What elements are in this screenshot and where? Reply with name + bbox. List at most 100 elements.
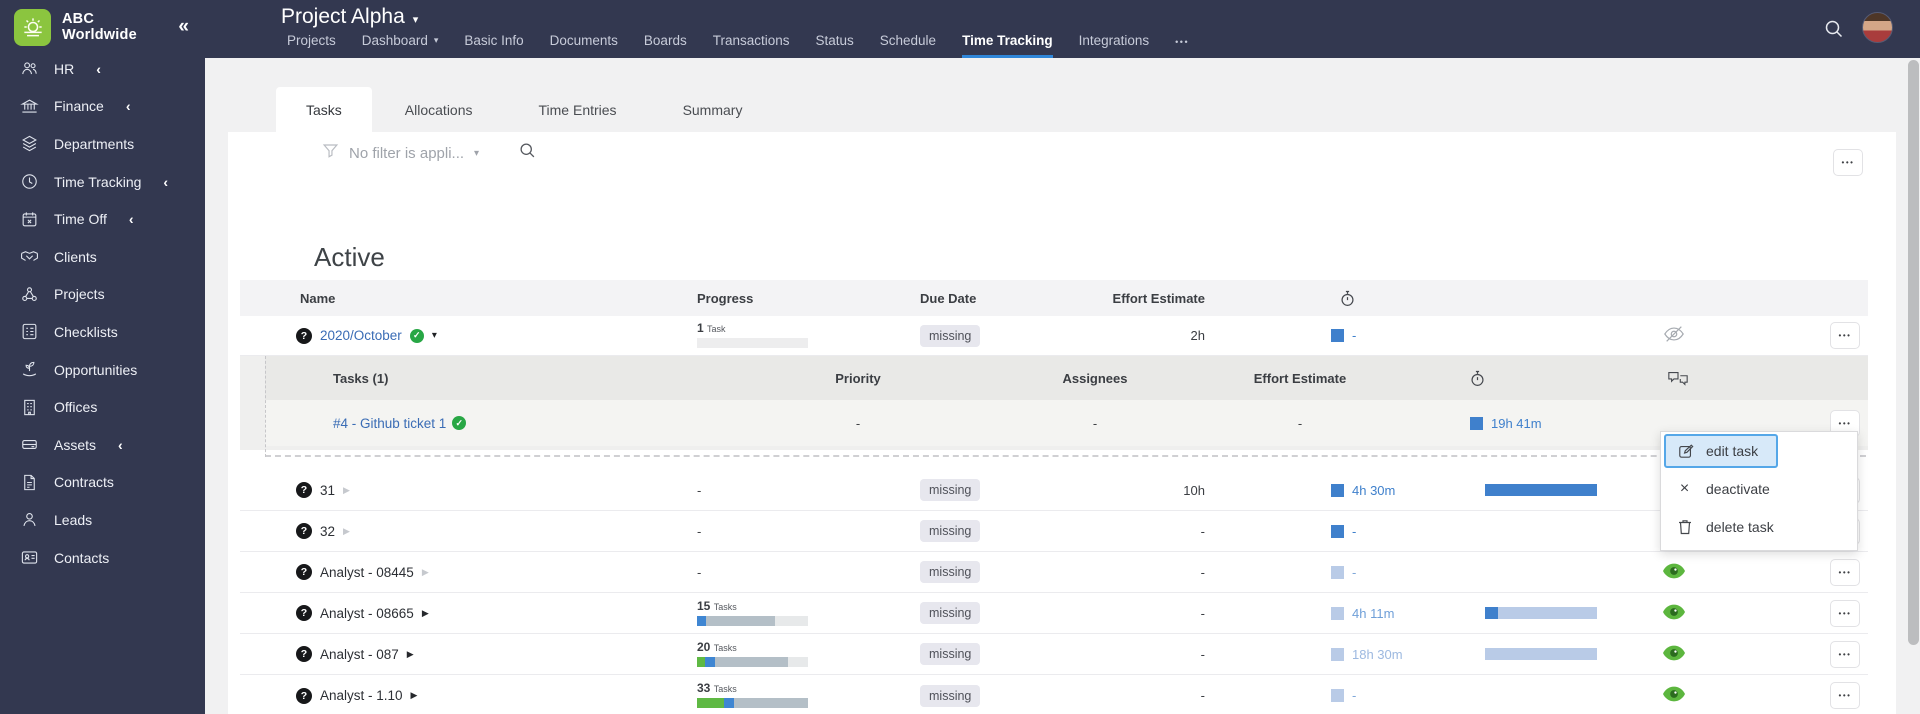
more-tabs-button[interactable]: •••: [1175, 37, 1189, 58]
subtask-link[interactable]: #4 - Github ticket 1: [333, 416, 446, 431]
column-priority[interactable]: Priority: [783, 356, 933, 400]
tab-summary[interactable]: Summary: [650, 87, 776, 132]
column-progress[interactable]: Progress: [697, 280, 753, 316]
caret-down-icon[interactable]: ▾: [474, 148, 479, 159]
expand-row-icon[interactable]: ▶: [343, 485, 350, 496]
sidebar-item-contacts[interactable]: Contacts: [0, 539, 205, 577]
row-menu-button[interactable]: •••: [1830, 599, 1860, 627]
tab-time-tracking[interactable]: Time Tracking: [962, 33, 1053, 58]
eye-icon[interactable]: [1663, 645, 1685, 664]
table-row[interactable]: ? Analyst - 08665 ▶ 15 Tasks missing - 4…: [240, 593, 1868, 634]
chevron-left-icon[interactable]: ‹: [96, 61, 101, 77]
eye-icon[interactable]: [1663, 686, 1685, 705]
people-icon: [19, 59, 39, 79]
eye-off-icon[interactable]: [1663, 325, 1685, 346]
sidebar-item-clients[interactable]: Clients: [0, 238, 205, 276]
help-icon[interactable]: ?: [296, 564, 312, 580]
chevron-left-icon[interactable]: ‹: [129, 211, 134, 227]
subtask-row[interactable]: #4 - Github ticket 1 ✓ - - - 19h 41m •••: [265, 400, 1868, 446]
expand-row-icon[interactable]: ▶: [407, 649, 414, 660]
tracked-bar-cell: [1485, 634, 1597, 674]
company-logo[interactable]: [14, 8, 51, 46]
scrollbar-thumb[interactable]: [1908, 60, 1919, 645]
user-avatar[interactable]: [1862, 12, 1893, 43]
row-menu-button[interactable]: •••: [1830, 558, 1860, 586]
column-due-date[interactable]: Due Date: [920, 280, 976, 316]
chevron-left-icon[interactable]: ‹: [126, 98, 131, 114]
help-icon[interactable]: ?: [296, 523, 312, 539]
eye-icon[interactable]: [1663, 563, 1685, 582]
sidebar-item-projects[interactable]: Projects: [0, 276, 205, 314]
help-icon[interactable]: ?: [296, 687, 312, 704]
tab-time-entries[interactable]: Time Entries: [506, 87, 650, 132]
expand-row-icon[interactable]: ▶: [422, 608, 429, 619]
chevron-left-icon[interactable]: ‹: [163, 174, 168, 190]
help-icon[interactable]: ?: [296, 605, 312, 621]
tab-integrations[interactable]: Integrations: [1079, 33, 1150, 58]
expand-row-icon[interactable]: ▶: [343, 526, 350, 537]
scrollbar-track[interactable]: [1907, 58, 1920, 714]
sidebar-item-checklists[interactable]: Checklists: [0, 313, 205, 351]
column-assignees[interactable]: Assignees: [1020, 356, 1170, 400]
sidebar-item-time-off[interactable]: Time Off ‹: [0, 200, 205, 238]
sidebar-item-hr[interactable]: HR ‹: [0, 50, 205, 88]
caret-down-icon: ▾: [433, 35, 439, 45]
table-row[interactable]: ? 32 ▶ - missing - - •••: [240, 511, 1868, 552]
menu-item-deactivate[interactable]: × deactivate: [1661, 470, 1857, 508]
sidebar-item-assets[interactable]: Assets ‹: [0, 426, 205, 464]
table-row[interactable]: ? Analyst - 087 ▶ 20 Tasks missing - 18h…: [240, 634, 1868, 675]
table-row[interactable]: ? Analyst - 1.10 ▶ 33 Tasks missing - - …: [240, 675, 1868, 714]
tab-boards[interactable]: Boards: [644, 33, 687, 58]
tab-status[interactable]: Status: [815, 33, 853, 58]
sidebar-item-leads[interactable]: Leads: [0, 501, 205, 539]
eye-icon[interactable]: [1663, 604, 1685, 623]
tab-basic-info[interactable]: Basic Info: [464, 33, 523, 58]
row-menu-button[interactable]: •••: [1830, 322, 1860, 349]
person-icon: [19, 510, 39, 530]
name-cell: ? Analyst - 1.10 ▶: [296, 675, 417, 714]
help-icon[interactable]: ?: [296, 482, 312, 498]
column-effort-estimate[interactable]: Effort Estimate: [1225, 356, 1375, 400]
filter-dropdown[interactable]: No filter is appli...: [349, 145, 464, 162]
tab-tasks[interactable]: Tasks: [276, 87, 372, 132]
menu-item-delete-task[interactable]: delete task: [1661, 508, 1857, 546]
tab-schedule[interactable]: Schedule: [880, 33, 936, 58]
column-effort-estimate[interactable]: Effort Estimate: [1000, 280, 1205, 316]
tab-projects[interactable]: Projects: [287, 33, 336, 58]
time-square-icon: [1331, 606, 1344, 620]
search-icon[interactable]: [1824, 19, 1844, 44]
row-menu-button[interactable]: •••: [1830, 640, 1860, 668]
project-title[interactable]: Project Alpha ▾: [281, 5, 418, 29]
row-menu-button[interactable]: •••: [1830, 682, 1860, 709]
table-options-button[interactable]: •••: [1833, 149, 1863, 176]
tab-dashboard[interactable]: Dashboard ▾: [362, 33, 439, 58]
table-row[interactable]: ? Analyst - 08445 ▶ - missing - - •••: [240, 552, 1868, 593]
progress-cell: 15 Tasks: [697, 593, 827, 633]
sidebar-item-time-tracking[interactable]: Time Tracking ‹: [0, 163, 205, 201]
sidebar-collapse-icon[interactable]: «: [178, 16, 189, 38]
tab-documents[interactable]: Documents: [550, 33, 618, 58]
help-icon[interactable]: ?: [296, 646, 312, 662]
missing-badge: missing: [920, 324, 981, 347]
sidebar: ABC Worldwide « HR ‹ Finance ‹ Departmen…: [0, 0, 205, 714]
expand-row-icon[interactable]: ▶: [422, 567, 429, 578]
table-row[interactable]: ? 2020/October ✓ ▾ 1 Task missing 2h - •…: [240, 316, 1868, 356]
column-name[interactable]: Name: [300, 280, 335, 316]
menu-item-edit-task[interactable]: edit task: [1664, 434, 1778, 468]
subtable-title: Tasks (1): [333, 370, 389, 386]
sidebar-item-departments[interactable]: Departments: [0, 125, 205, 163]
collapse-row-icon[interactable]: ▾: [432, 330, 437, 341]
help-icon[interactable]: ?: [296, 327, 312, 344]
task-group-link[interactable]: 2020/October: [320, 328, 402, 343]
chevron-left-icon[interactable]: ‹: [118, 437, 123, 453]
sidebar-item-offices[interactable]: Offices: [0, 388, 205, 426]
sidebar-item-opportunities[interactable]: Opportunities: [0, 351, 205, 389]
table-row[interactable]: ? 31 ▶ - missing 10h 4h 30m: [240, 470, 1868, 511]
sidebar-item-finance[interactable]: Finance ‹: [0, 88, 205, 126]
close-icon: ×: [1679, 480, 1690, 497]
expand-row-icon[interactable]: ▶: [411, 690, 418, 701]
filter-search-icon[interactable]: [519, 142, 536, 164]
tab-transactions[interactable]: Transactions: [713, 33, 790, 58]
sidebar-item-contracts[interactable]: Contracts: [0, 464, 205, 502]
tab-allocations[interactable]: Allocations: [372, 87, 506, 132]
